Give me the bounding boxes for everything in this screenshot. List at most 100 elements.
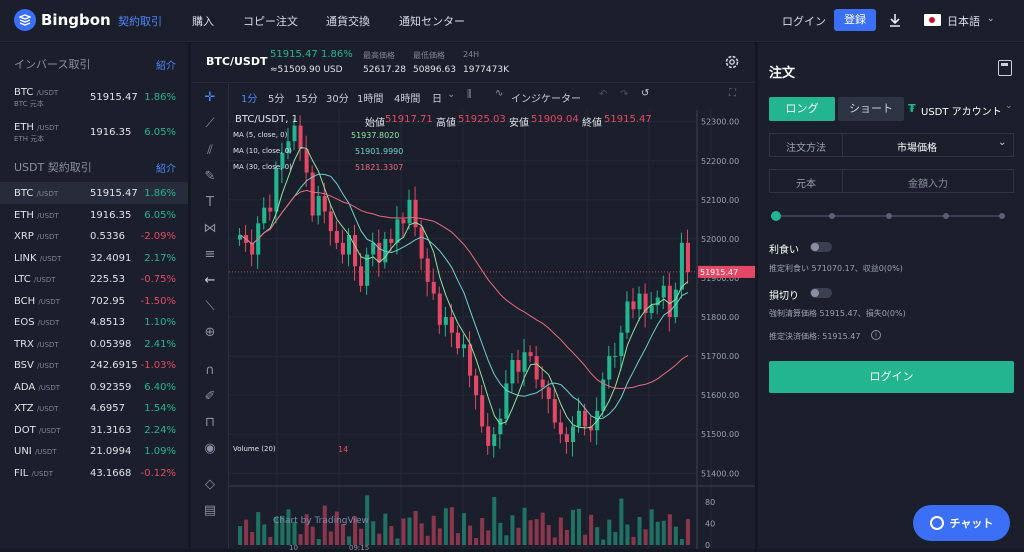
market-row-btc[interactable]: BTC /USDT 51915.47 1.86%	[0, 182, 188, 204]
inverse-intro-link[interactable]: 紹介	[156, 57, 176, 72]
volume-bar	[256, 512, 261, 545]
download-icon[interactable]	[887, 12, 903, 28]
volume-bar	[431, 515, 436, 545]
y-tick-label: 51600.00	[701, 391, 739, 400]
price-chart-canvas[interactable]: 52300.0052200.0052100.0052000.0051900.00…	[229, 110, 755, 549]
amount-input[interactable]: 金額入力	[842, 175, 1014, 190]
market-row-uni[interactable]: UNI /USDT 21.0994 1.09%	[0, 440, 188, 462]
interval-15m[interactable]: 15分	[295, 90, 318, 105]
symbol: LINK	[14, 252, 37, 264]
candle-style-icon[interactable]: ⫼	[467, 89, 472, 100]
price: 0.05398	[90, 338, 132, 350]
market-row-inverse-btc[interactable]: BTC /USDT BTC 元本 51915.47 1.86%	[0, 85, 188, 108]
long-tab[interactable]: ロング	[769, 97, 835, 121]
market-row-xrp[interactable]: XRP /USDT 0.5336 -2.09%	[0, 225, 188, 247]
take-profit-toggle[interactable]	[810, 242, 832, 252]
interval-4h[interactable]: 4時間	[394, 90, 420, 105]
usdt-intro-link[interactable]: 紹介	[156, 160, 176, 175]
info-icon[interactable]: i	[871, 330, 881, 340]
interval-1d[interactable]: 日	[432, 90, 442, 105]
order-method-row[interactable]: 注文方法 市場価格 ⌄	[769, 133, 1014, 157]
quote: /USDT	[37, 211, 59, 220]
nav-exchange[interactable]: 通貨交換	[326, 13, 370, 29]
indicator-icon[interactable]: ∿	[495, 88, 503, 99]
interval-1m[interactable]: 1分	[241, 90, 257, 105]
y-tick-label: 51400.00	[701, 469, 739, 478]
tradingview-chart[interactable]: ✛ ⟋ ⫽ ✎ T ⋈ ≡ ← ⟍ ⊕ ∩ ✐ ⊓ ◉ ◇ ▤ 1分 5分 15…	[191, 84, 755, 552]
candle-body	[546, 387, 551, 400]
undo-icon[interactable]: ↶	[599, 89, 607, 100]
market-row-ada[interactable]: ADA /USDT 0.92359 6.40%	[0, 376, 188, 398]
layers-icon[interactable]: ◇	[201, 476, 219, 494]
symbol: ADA	[14, 381, 36, 393]
brush-icon[interactable]: ✎	[201, 168, 219, 186]
chat-label: チャット	[949, 517, 994, 530]
reset-icon[interactable]: ↺	[641, 88, 649, 99]
indicator-button[interactable]: インジケーター	[511, 90, 581, 105]
market-row-dot[interactable]: DOT /USDT 31.3163 2.24%	[0, 419, 188, 441]
text-tool-icon[interactable]: T	[201, 194, 219, 212]
interval-30m[interactable]: 30分	[326, 90, 349, 105]
fib-icon[interactable]: ≡	[201, 246, 219, 264]
market-row-fil[interactable]: FIL /USDT 43.1668 -0.12%	[0, 462, 188, 484]
eye-icon[interactable]: ◉	[201, 440, 219, 458]
market-row-bsv[interactable]: BSV /USDT 242.6915 -1.03%	[0, 354, 188, 376]
back-arrow-icon[interactable]: ←	[201, 272, 219, 290]
fullscreen-icon[interactable]: ⛶	[729, 88, 736, 99]
nav-contract-trading[interactable]: 契約取引	[118, 13, 162, 29]
interval-1h[interactable]: 1時間	[357, 90, 383, 105]
language-selector[interactable]: 日本語	[947, 13, 980, 29]
slider-handle[interactable]	[771, 211, 781, 221]
candle-body	[334, 231, 339, 243]
login-button[interactable]: ログイン	[769, 361, 1014, 393]
gear-icon[interactable]	[723, 53, 741, 71]
symbol: XTZ	[14, 403, 34, 414]
chat-button[interactable]: チャット	[913, 505, 1010, 541]
chevron-down-icon[interactable]: ⌄	[447, 89, 455, 100]
principal-row[interactable]: 元本 金額入力	[769, 169, 1014, 193]
nav-buy[interactable]: 購入	[192, 13, 214, 29]
market-row-link[interactable]: LINK /USDT 32.4091 2.17%	[0, 247, 188, 269]
lock-pen-icon[interactable]: ✐	[201, 388, 219, 406]
logo[interactable]: Bingbon	[14, 9, 111, 31]
candle-body	[431, 281, 436, 294]
nav-copy-trade[interactable]: コピー注文	[243, 13, 298, 29]
trendline-icon[interactable]: ⟋	[201, 115, 219, 133]
lock-icon[interactable]: ⊓	[201, 414, 219, 432]
amount-slider[interactable]	[771, 210, 1005, 222]
login-link[interactable]: ログイン	[782, 13, 826, 29]
market-row-ltc[interactable]: LTC /USDT 225.53 -0.75%	[0, 268, 188, 290]
price: 1916.35	[90, 127, 132, 138]
pattern-icon[interactable]: ⋈	[201, 220, 219, 238]
market-row-bch[interactable]: BCH /USDT 702.95 -1.50%	[0, 290, 188, 312]
ruler-icon[interactable]: ⟍	[201, 298, 219, 316]
crosshair-icon[interactable]: ✛	[201, 89, 219, 107]
pitchfork-icon[interactable]: ⫽	[201, 142, 219, 160]
calculator-icon[interactable]	[998, 60, 1012, 76]
market-row-eth[interactable]: ETH /USDT 1916.35 6.05%	[0, 204, 188, 226]
market-row-inverse-eth[interactable]: ETH /USDT ETH 元本 1916.35 6.05%	[0, 120, 188, 143]
account-selector[interactable]: USDT アカウント	[921, 103, 1002, 118]
volume-bar	[298, 534, 303, 545]
register-button[interactable]: 登録	[834, 9, 876, 31]
market-row-trx[interactable]: TRX /USDT 0.05398 2.41%	[0, 333, 188, 355]
market-row-eos[interactable]: EOS /USDT 4.8513 1.10%	[0, 311, 188, 333]
stop-loss-toggle[interactable]	[810, 288, 832, 298]
japan-flag-icon[interactable]	[924, 14, 941, 26]
nav-notification-center[interactable]: 通知センター	[399, 13, 465, 29]
candle-body	[395, 219, 400, 243]
short-tab[interactable]: ショート	[838, 97, 904, 121]
market-row-xtz[interactable]: XTZ /USDT 4.6957 1.54%	[0, 397, 188, 419]
magnet-icon[interactable]: ∩	[201, 362, 219, 380]
trash-icon[interactable]: ▤	[201, 502, 219, 520]
volume-bar	[310, 526, 315, 545]
quote: /USDT	[39, 254, 62, 263]
pair-title[interactable]: BTC/USDT	[206, 55, 267, 68]
price: 242.6915	[90, 360, 138, 371]
quote: /USDT	[37, 124, 59, 132]
redo-icon[interactable]: ↷	[620, 89, 628, 100]
candle-body	[619, 332, 624, 357]
zoom-in-icon[interactable]: ⊕	[201, 324, 219, 342]
interval-5m[interactable]: 5分	[268, 90, 284, 105]
low-value: 50896.63	[413, 65, 456, 75]
